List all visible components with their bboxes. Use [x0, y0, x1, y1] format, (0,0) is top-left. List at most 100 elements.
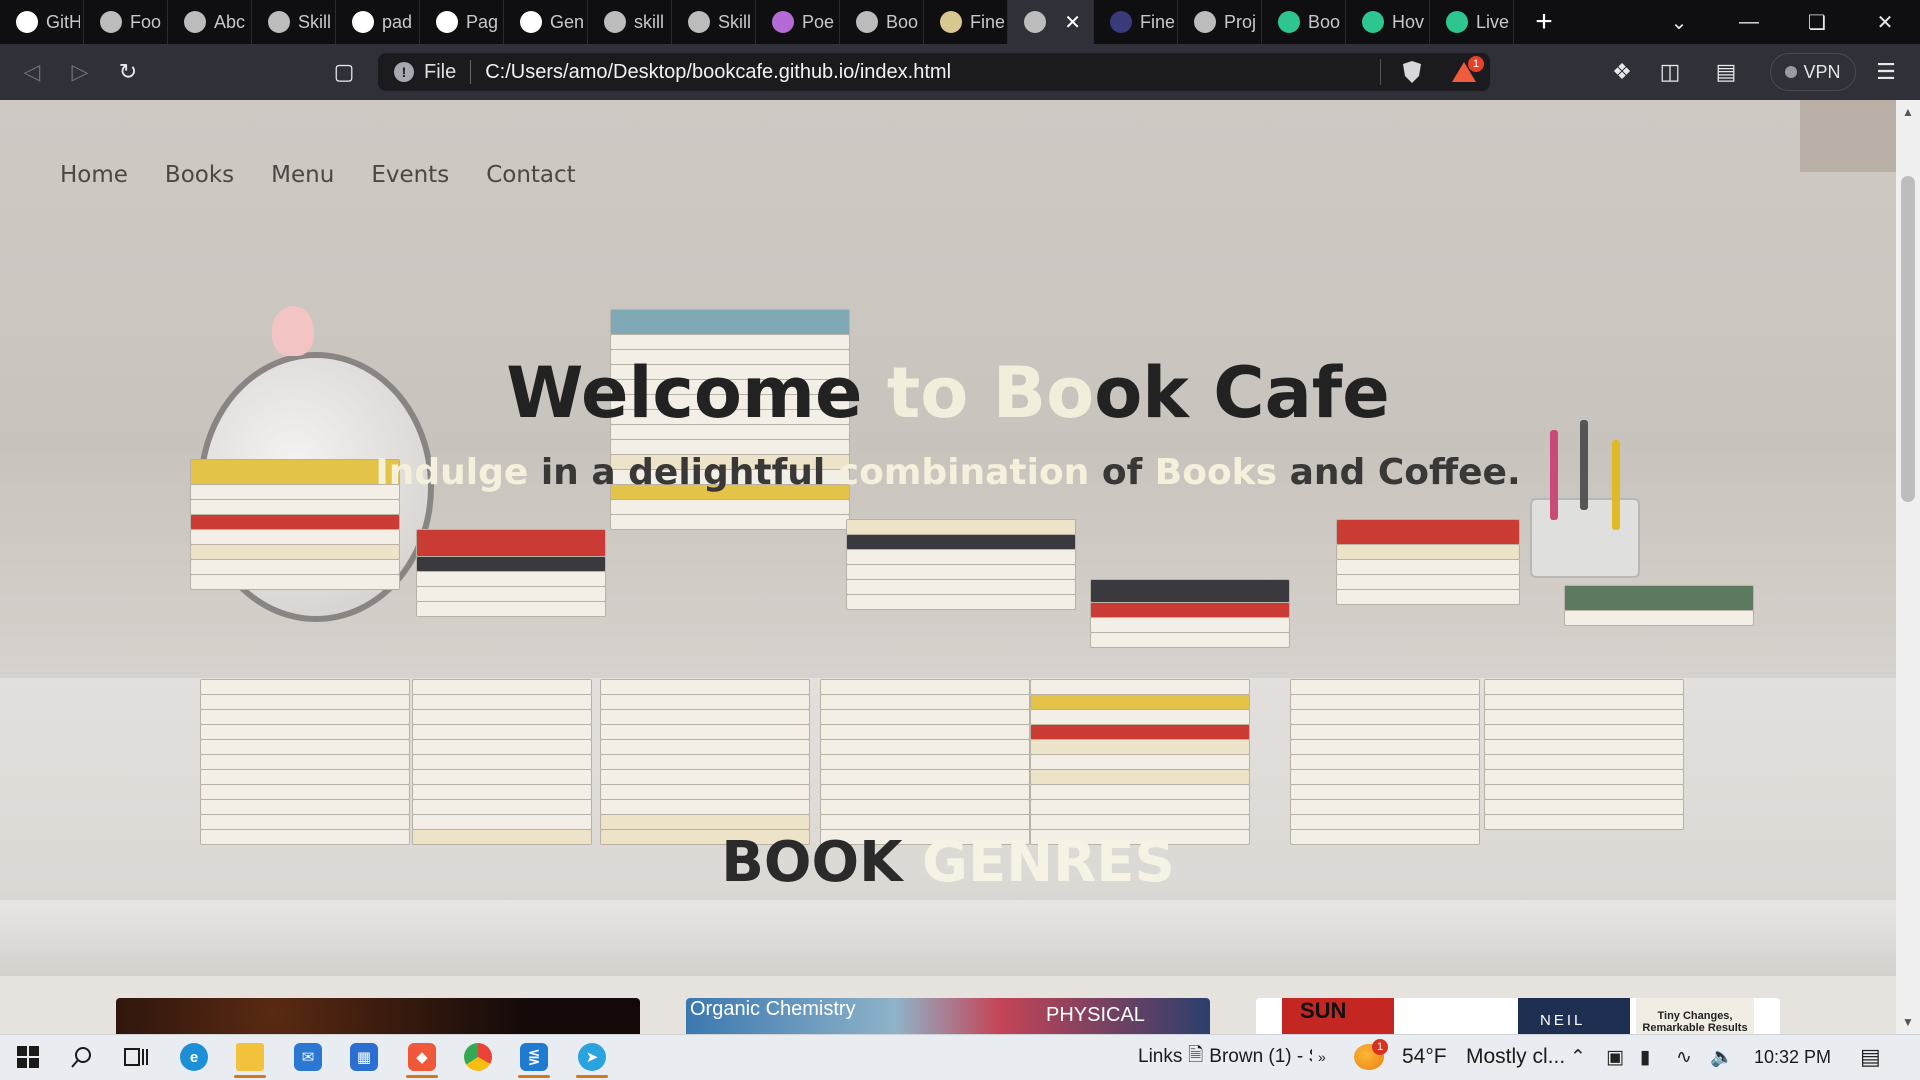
nav-link-events[interactable]: Events: [371, 162, 449, 188]
scroll-down-arrow-icon[interactable]: ▼: [1896, 1012, 1920, 1032]
browser-tab[interactable]: skill: [588, 0, 672, 44]
browser-tab[interactable]: Live: [1430, 0, 1514, 44]
url-text[interactable]: C:/Users/amo/Desktop/bookcafe.github.io/…: [485, 61, 951, 84]
nav-link-books[interactable]: Books: [165, 162, 234, 188]
telegram-icon[interactable]: ➤: [564, 1034, 620, 1080]
browser-tab[interactable]: Poe: [756, 0, 840, 44]
search-icon[interactable]: [54, 1034, 110, 1080]
scheme-label: File: [424, 60, 472, 84]
pen-holder-image: [1530, 498, 1640, 578]
address-bar[interactable]: ! File C:/Users/amo/Desktop/bookcafe.git…: [378, 53, 1490, 91]
meet-now-icon[interactable]: ▣: [1606, 1034, 1624, 1080]
tab-title: Proj: [1224, 11, 1257, 32]
browser-tab[interactable]: Proj: [1178, 0, 1262, 44]
weather-condition[interactable]: Mostly cl...: [1466, 1034, 1565, 1080]
browser-tab[interactable]: Boo: [1262, 0, 1346, 44]
notification-center-icon[interactable]: ▤: [1860, 1034, 1881, 1080]
browser-tab[interactable]: GitH: [0, 0, 84, 44]
weather-badge: 1: [1372, 1039, 1388, 1055]
tab-title: skill: [634, 11, 664, 32]
browser-tab[interactable]: Fine: [924, 0, 1008, 44]
brave-rewards-icon[interactable]: 1: [1440, 44, 1488, 100]
brave-icon[interactable]: ◆: [394, 1034, 450, 1080]
tab-list: GitH Foo Abc Skill pad Pag Gen skill Skill Poe Boo…: [0, 0, 1514, 44]
genre-card-bestsellers[interactable]: SUN NEIL Tiny Changes, Remarkable Result…: [1256, 998, 1780, 1034]
tab-title: Fine: [1140, 11, 1174, 32]
tab-title: Skill: [298, 11, 332, 32]
menu-icon[interactable]: ☰: [1862, 44, 1910, 100]
restore-button[interactable]: ❏: [1782, 0, 1852, 44]
page-viewport: Home Books Menu Events Contact Welcome to Bo…: [0, 100, 1896, 1034]
address-divider: [1380, 59, 1381, 85]
globe-icon: [1024, 11, 1046, 33]
browser-tab[interactable]: Gen: [504, 0, 588, 44]
more-links-chevron-icon[interactable]: »: [1318, 1034, 1326, 1080]
wifi-icon[interactable]: ∿: [1676, 1034, 1692, 1080]
tray-overflow-chevron-icon[interactable]: ⌃: [1570, 1034, 1586, 1080]
close-window-button[interactable]: ✕: [1850, 0, 1920, 44]
nav-link-menu[interactable]: Menu: [271, 162, 334, 188]
browser-tab[interactable]: Foo: [84, 0, 168, 44]
browser-tab[interactable]: Abc: [168, 0, 252, 44]
store-icon[interactable]: ▦: [336, 1034, 392, 1080]
chrome-icon[interactable]: [450, 1034, 506, 1080]
nav-link-contact[interactable]: Contact: [486, 162, 575, 188]
forward-button[interactable]: ▷: [56, 44, 104, 100]
tab-title: Poe: [802, 11, 835, 32]
browser-tab[interactable]: ✕: [1008, 0, 1094, 44]
scroll-thumb[interactable]: [1901, 176, 1915, 502]
poe-icon: [772, 11, 794, 33]
card-book-title: Organic Chemistry: [690, 998, 856, 1020]
browser-tab[interactable]: Boo: [840, 0, 924, 44]
extensions-icon[interactable]: ❖: [1598, 44, 1646, 100]
links-toolbar-label[interactable]: Links: [1138, 1034, 1182, 1080]
browser-tab[interactable]: Fine: [1094, 0, 1178, 44]
vpn-label: VPN: [1803, 61, 1841, 82]
wallet-icon[interactable]: ▤: [1702, 44, 1750, 100]
battery-icon[interactable]: ▮: [1640, 1034, 1650, 1080]
vscode-icon[interactable]: ⋚: [506, 1034, 562, 1080]
info-icon[interactable]: !: [394, 62, 414, 82]
github-icon: [16, 11, 38, 33]
volume-icon[interactable]: 🔈: [1710, 1034, 1734, 1080]
tab-title: Foo: [130, 11, 162, 32]
back-button[interactable]: ◁: [8, 44, 56, 100]
book-stack-image: [1090, 579, 1290, 648]
tab-title: Live: [1476, 11, 1510, 32]
start-button[interactable]: [0, 1034, 56, 1080]
taskbar-doc-link[interactable]: 🗎 Brown (1) - S: [1188, 1034, 1312, 1080]
tab-search-chevron-icon[interactable]: ⌄: [1644, 0, 1714, 44]
browser-tab[interactable]: Skill: [672, 0, 756, 44]
genres-heading: BOOK GENRES: [721, 830, 1175, 895]
sidebar-icon[interactable]: ◫: [1646, 44, 1694, 100]
weather-temperature[interactable]: 54°F: [1402, 1034, 1447, 1080]
tab-title: Boo: [1308, 11, 1341, 32]
browser-tab[interactable]: Skill: [252, 0, 336, 44]
tab-title: pad: [382, 11, 413, 32]
clock-time[interactable]: 10:32 PM: [1754, 1034, 1831, 1080]
glass-shelf: [0, 900, 1896, 976]
globe-icon: [268, 11, 290, 33]
genre-card-science[interactable]: Organic Chemistry PHYSICAL: [686, 998, 1210, 1034]
browser-tab[interactable]: Hov: [1346, 0, 1430, 44]
file-explorer-icon[interactable]: [222, 1034, 278, 1080]
tab-title: Skill: [718, 11, 752, 32]
task-view-icon[interactable]: [108, 1034, 164, 1080]
browser-tab[interactable]: Pag: [420, 0, 504, 44]
hero-title: Welcome to Book Cafe: [506, 352, 1390, 434]
bookmark-icon[interactable]: ▢: [320, 44, 368, 100]
browser-tab[interactable]: pad: [336, 0, 420, 44]
minimize-button[interactable]: —: [1714, 0, 1784, 44]
mail-icon[interactable]: ✉: [280, 1034, 336, 1080]
page-scrollbar[interactable]: ▲ ▼: [1896, 100, 1920, 1034]
genre-card-space[interactable]: [116, 998, 640, 1034]
nav-link-home[interactable]: Home: [60, 162, 128, 188]
brave-shield-icon[interactable]: [1388, 44, 1436, 100]
edge-icon[interactable]: e: [166, 1034, 222, 1080]
close-tab-icon[interactable]: ✕: [1064, 10, 1081, 35]
doc-icon: [1110, 11, 1132, 33]
scroll-up-arrow-icon[interactable]: ▲: [1896, 102, 1920, 122]
vpn-button[interactable]: VPN: [1770, 53, 1856, 91]
reload-button[interactable]: ↻: [104, 44, 152, 100]
new-tab-button[interactable]: +: [1514, 0, 1574, 44]
